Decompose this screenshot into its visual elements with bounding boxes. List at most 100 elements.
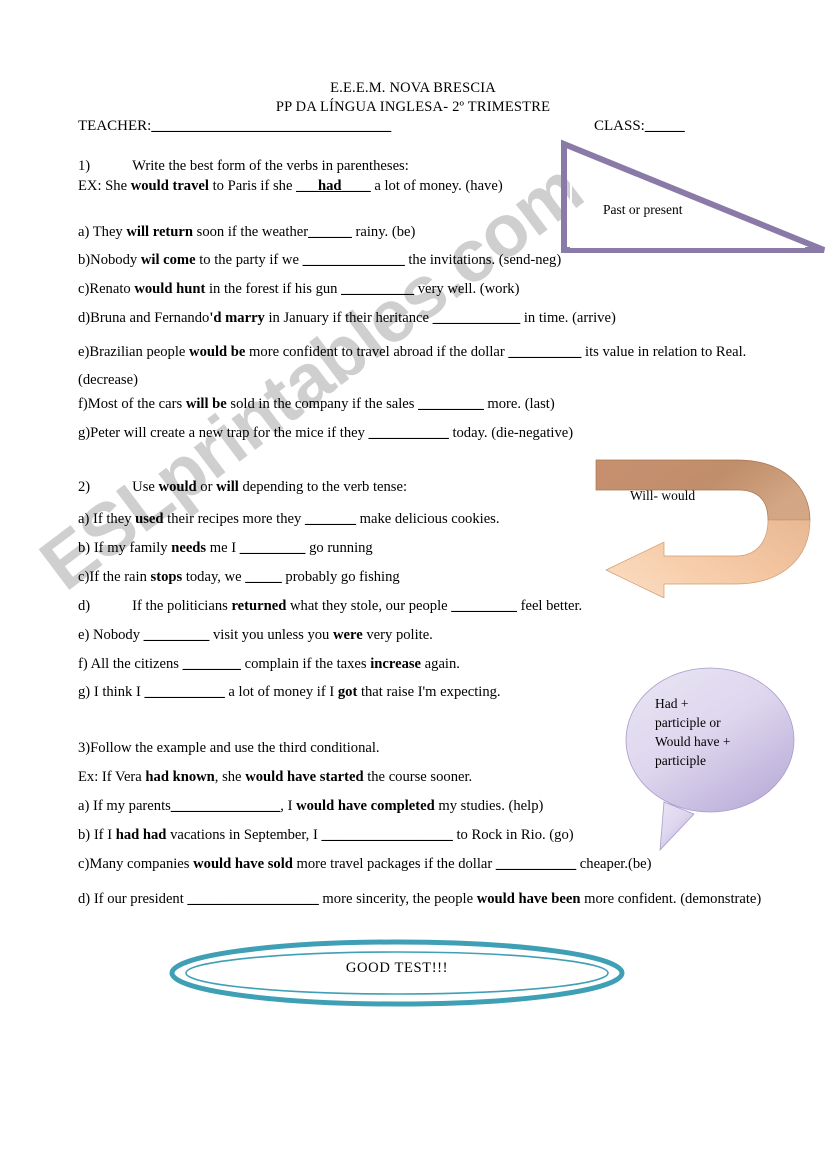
item-pre: They (89, 224, 127, 240)
item-pre: If the politicians (132, 598, 232, 614)
item-post: go running (305, 540, 373, 556)
item-bold: would have completed (296, 798, 435, 814)
item-bold: would have sold (193, 856, 293, 872)
worksheet-page: ESLprintables.com E.E.E.M. NOVA BRESCIA … (0, 0, 826, 1169)
ex2-item-f: f) All the citizens ________ complain if… (78, 656, 460, 673)
item-letter: b) (78, 827, 91, 843)
ex3-example-bold1: had known (145, 769, 215, 785)
triangle-shape (561, 139, 826, 253)
item-post: feel better. (516, 598, 583, 614)
item-bold: returned (231, 598, 287, 614)
ex1-example-answer: had (318, 178, 342, 194)
item-mid: more confident to travel abroad if the d… (245, 344, 509, 360)
item-post: probably go fishing (281, 569, 400, 585)
item-pre: Most of the cars (87, 396, 186, 412)
item-blank[interactable]: _________ (240, 540, 306, 556)
item-blank[interactable]: __________________ (321, 827, 452, 843)
item-bold2: were (333, 627, 363, 643)
bubble-line-4: participle (655, 753, 706, 769)
item-bold: will return (126, 224, 193, 240)
item-blank[interactable]: _____ (245, 569, 281, 585)
teacher-blank[interactable]: ______________________________ (151, 118, 391, 134)
item-pre: I think I (90, 684, 145, 700)
ex1-item-f: f)Most of the cars will be sold in the c… (78, 396, 555, 413)
ex2-item-a: a) If they used their recipes more they … (78, 511, 500, 528)
item-blank[interactable]: _________ (418, 396, 484, 412)
item-letter: b) (78, 540, 91, 556)
item-bold: stops (150, 569, 183, 585)
item-blank[interactable]: ____________ (433, 310, 521, 326)
ex3-example-post: the course sooner. (363, 769, 473, 785)
class-field[interactable]: CLASS:_____ (594, 118, 685, 135)
item-bold: needs (171, 540, 207, 556)
item-post: the invitations. (send-neg) (404, 252, 562, 268)
bubble-line-3: Would have + (655, 734, 731, 750)
exercise3-number: 3) (78, 740, 91, 756)
ex1-example-prefix: EX: She (78, 178, 131, 194)
ex3-example-pre: Ex: If Vera (78, 769, 146, 785)
item-blank[interactable]: __________________ (187, 891, 318, 907)
ex1-item-a: a) They will return soon if the weather_… (78, 224, 415, 241)
item-pre: Nobody (89, 627, 144, 643)
exercise2-instruction: 2) Use would or will depending to the ver… (78, 479, 407, 496)
item-blank[interactable]: ___________ (369, 425, 449, 441)
item-blank[interactable]: __________ (508, 344, 581, 360)
item-mid: more travel packages if the dollar (292, 856, 496, 872)
item-bold: had had (115, 827, 167, 843)
item-letter: b) (78, 252, 91, 268)
item-blank[interactable]: _________ (144, 627, 210, 643)
item-letter: a) (78, 798, 90, 814)
item-blank[interactable]: _________ (451, 598, 517, 614)
item-blank[interactable]: ______________ (303, 252, 405, 268)
ex2-item-e: e) Nobody _________ visit you unless you… (78, 627, 433, 644)
exercise1-example: EX: She would travel to Paris if she ___… (78, 178, 503, 195)
item-pre: Bruna and Fernando (90, 310, 210, 326)
ex1-example-suffix: a lot of money. (have) (370, 178, 503, 194)
item-post: a lot of money if I (224, 684, 338, 700)
exercise1-number: 1) (78, 158, 91, 174)
ex2-item-b: b) If my family needs me I _________ go … (78, 540, 373, 557)
ex1-example-mid: to Paris if she (208, 178, 297, 194)
item-blank[interactable]: __________ (341, 281, 414, 297)
item-post: today. (die-negative) (448, 425, 574, 441)
ex2-instr-post: depending to the verb tense: (238, 479, 408, 495)
item-post2: that raise I'm expecting. (357, 684, 501, 700)
ex1-item-b: b)Nobody wil come to the party if we ___… (78, 252, 561, 269)
item-letter: g) (78, 684, 91, 700)
item-post: more confident. (demonstrate) (580, 891, 762, 907)
item-mid: today, we (182, 569, 246, 585)
bubble-line-1: Had + (655, 696, 689, 711)
item-blank[interactable]: ________ (183, 656, 241, 672)
item-mid: in January if their heritance (264, 310, 433, 326)
exercise3-instruction: 3)Follow the example and use the third c… (78, 740, 380, 757)
item-letter: a) (78, 511, 90, 527)
item-blank[interactable]: ______ (308, 224, 352, 240)
ex2-instr-mid: or (196, 479, 217, 495)
item-bold: would be (189, 344, 246, 360)
exercise2-number: 2) (78, 479, 91, 495)
item-bold: used (135, 511, 164, 527)
arrow-label: Will- would (630, 488, 696, 503)
ex3-item-a: a) If my parents_______________, I would… (78, 798, 543, 815)
ex2-item-g: g) I think I ___________ a lot of money … (78, 684, 501, 701)
item-bold: wil come (140, 252, 196, 268)
item-blank[interactable]: _______________ (171, 798, 280, 814)
item-blank[interactable]: _______ (305, 511, 356, 527)
teacher-field[interactable]: TEACHER:______________________________ (78, 118, 391, 135)
item-bold: 'd marry (209, 310, 265, 326)
item-mid: more sincerity, the people (318, 891, 477, 907)
class-blank[interactable]: _____ (645, 118, 685, 134)
item-letter: c) (78, 856, 90, 872)
item-pre: Peter will create a new trap for the mic… (90, 425, 369, 441)
item-letter: d) (78, 891, 91, 907)
school-name: E.E.E.M. NOVA BRESCIA (330, 80, 496, 96)
item-mid: what they stole, our people (286, 598, 452, 614)
item-blank[interactable]: ___________ (145, 684, 225, 700)
item-post: to Rock in Rio. (go) (452, 827, 574, 843)
item-letter: c) (78, 569, 90, 585)
teacher-label: TEACHER: (78, 118, 152, 134)
class-label: CLASS: (594, 118, 645, 134)
item-bold: would have been (476, 891, 581, 907)
item-letter: f) (78, 396, 88, 412)
item-blank[interactable]: ___________ (496, 856, 576, 872)
